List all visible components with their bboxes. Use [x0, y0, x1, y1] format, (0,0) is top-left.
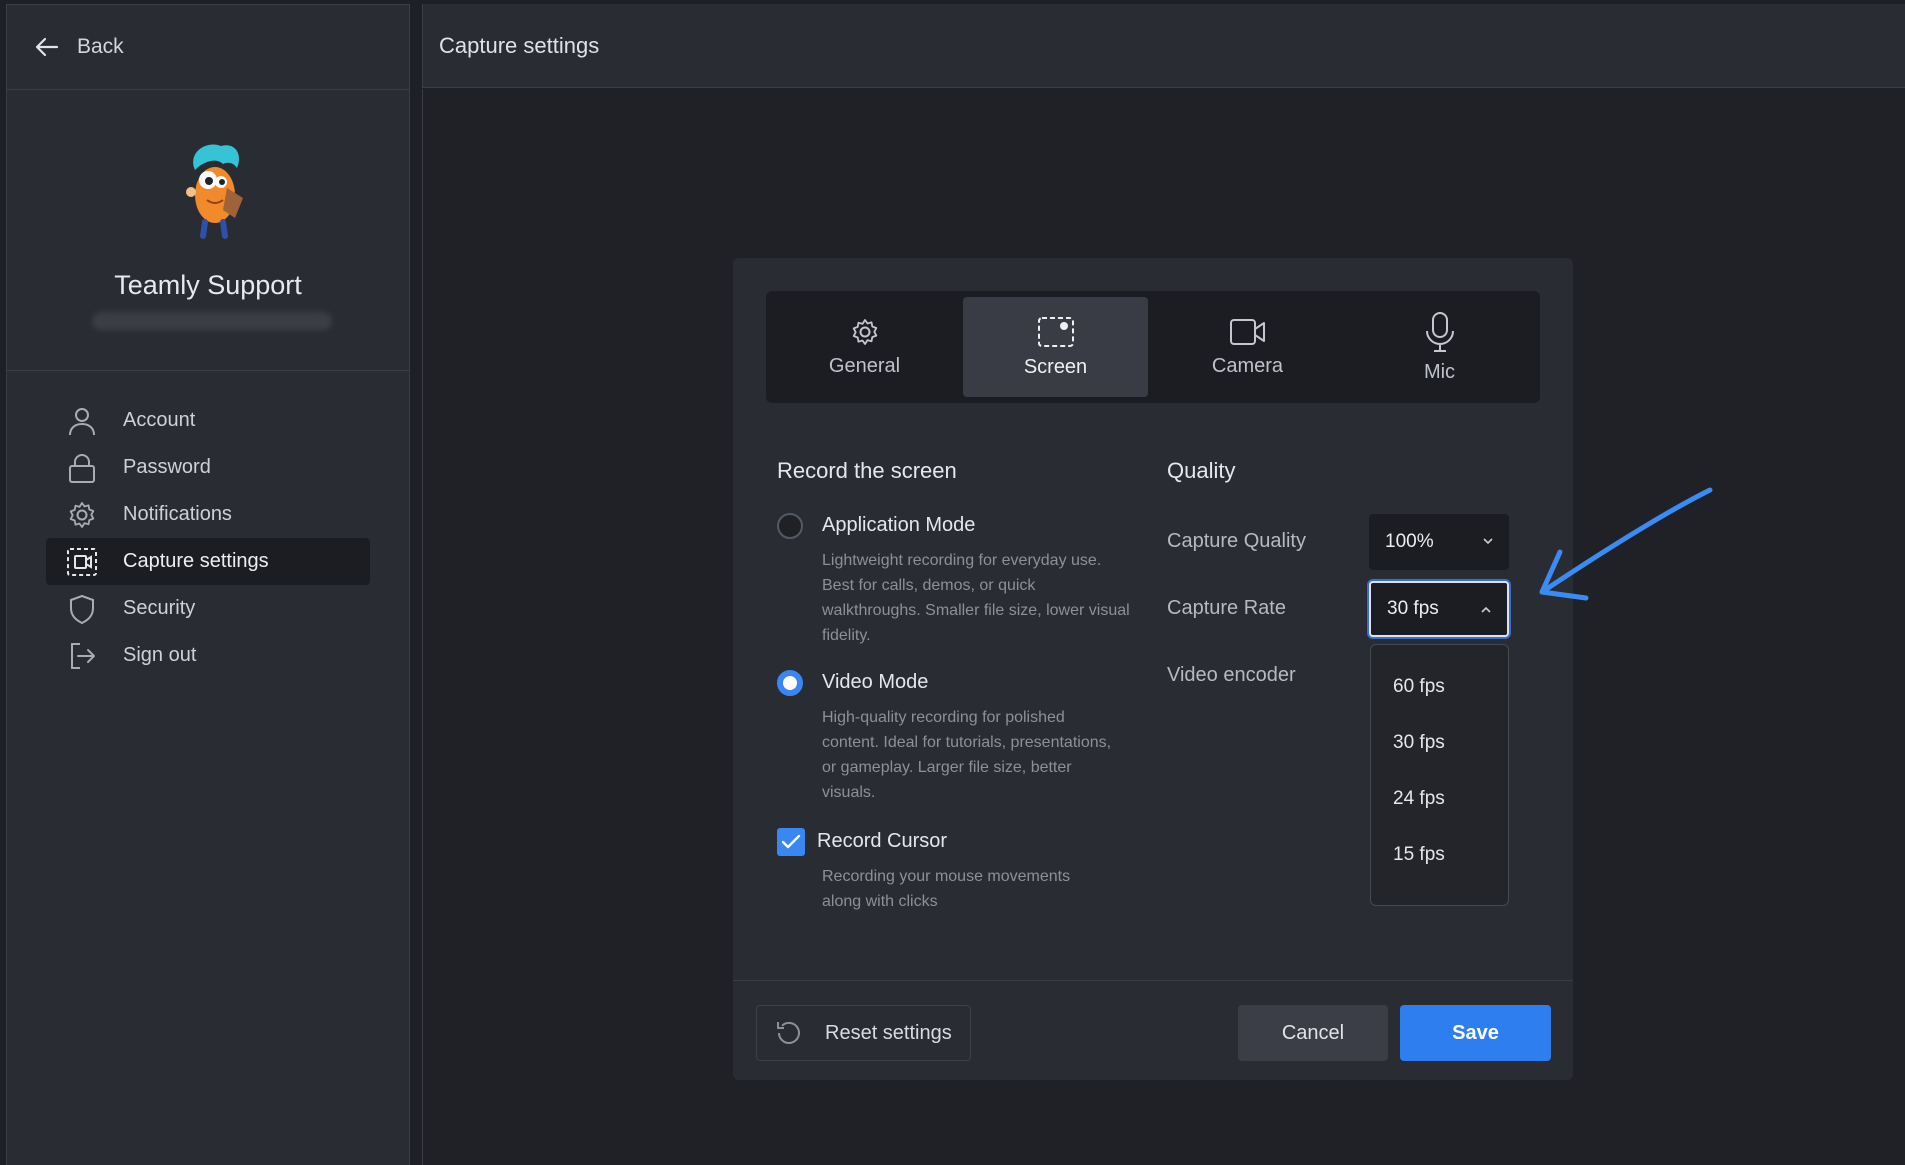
sidebar-item-security[interactable]: Security	[46, 585, 370, 632]
sidebar-item-account[interactable]: Account	[46, 397, 370, 444]
record-section-title: Record the screen	[777, 458, 957, 483]
record-cursor-title: Record Cursor	[817, 830, 948, 852]
tab-bar: General Screen Camera Mic	[766, 291, 1540, 403]
capture-quality-select[interactable]: 100%	[1369, 514, 1509, 570]
chevron-down-icon	[1483, 538, 1493, 545]
tab-label: General	[828, 354, 901, 377]
profile-email-redacted	[92, 312, 332, 330]
reset-settings-label: Reset settings	[825, 1021, 952, 1044]
reset-settings-button[interactable]: Reset settings	[756, 1005, 971, 1061]
sidebar-item-sign-out[interactable]: Sign out	[46, 632, 370, 679]
tab-screen[interactable]: Screen	[963, 297, 1148, 397]
menu-item-15fps[interactable]: 15 fps	[1371, 827, 1508, 883]
tab-label: Mic	[1423, 360, 1456, 383]
sidebar-item-label: Account	[123, 409, 196, 431]
save-button[interactable]: Save	[1400, 1005, 1551, 1061]
sidebar-item-label: Capture settings	[123, 550, 269, 572]
application-mode-radio[interactable]	[777, 513, 803, 539]
sidebar-item-label: Notifications	[123, 503, 232, 525]
lock-icon	[66, 452, 98, 484]
sidebar-item-label: Sign out	[123, 644, 197, 666]
menu-item-24fps[interactable]: 24 fps	[1371, 771, 1508, 827]
reset-icon	[777, 1021, 800, 1044]
application-mode-title: Application Mode	[822, 514, 976, 536]
cancel-button[interactable]: Cancel	[1238, 1005, 1388, 1061]
sidebar-item-password[interactable]: Password	[46, 444, 370, 491]
shield-icon	[66, 593, 98, 625]
annotation-arrow-icon	[1539, 487, 1713, 601]
back-button[interactable]: Back	[7, 5, 409, 90]
record-cursor-checkbox[interactable]	[777, 828, 805, 856]
gear-icon	[66, 499, 98, 531]
capture-quality-value: 100%	[1385, 531, 1434, 552]
camera-icon	[1229, 318, 1265, 345]
checkmark-icon	[781, 834, 801, 849]
capture-rate-value: 30 fps	[1387, 598, 1439, 619]
tab-label: Screen	[1023, 355, 1088, 378]
arrow-left-icon	[35, 37, 59, 57]
application-mode-desc: Lightweight recording for everyday use. …	[822, 552, 1130, 644]
video-mode-title: Video Mode	[822, 671, 929, 693]
microphone-icon	[1425, 311, 1454, 352]
chevron-up-icon	[1481, 606, 1491, 613]
page-title: Capture settings	[439, 32, 600, 58]
sidebar-item-capture-settings[interactable]: Capture settings	[46, 538, 370, 585]
capture-rate-menu: 60 fps 30 fps 24 fps 15 fps	[1370, 644, 1509, 906]
sign-out-icon	[66, 640, 98, 672]
capture-rate-select[interactable]: 30 fps	[1369, 581, 1509, 637]
tab-label: Camera	[1211, 354, 1284, 377]
user-icon	[66, 405, 98, 437]
capture-rate-label: Capture Rate	[1167, 597, 1286, 619]
capture-quality-label: Capture Quality	[1167, 530, 1306, 552]
screen-capture-icon	[1037, 316, 1074, 347]
sidebar-item-label: Security	[123, 597, 196, 619]
back-label: Back	[77, 35, 124, 58]
profile-card: Teamly Support	[7, 90, 409, 371]
tab-general[interactable]: General	[772, 297, 957, 397]
quality-section-title: Quality	[1167, 458, 1236, 483]
sidebar-item-label: Password	[123, 456, 211, 478]
video-mode-radio[interactable]	[777, 670, 803, 696]
gear-icon	[852, 318, 877, 345]
sidebar: Back Teamly Support Account Password Not…	[6, 4, 410, 1165]
dialog-footer-divider	[733, 980, 1573, 981]
settings-nav: Account Password Notifications Capture s…	[7, 371, 409, 679]
menu-item-60fps[interactable]: 60 fps	[1371, 659, 1508, 715]
sidebar-item-notifications[interactable]: Notifications	[46, 491, 370, 538]
profile-name: Teamly Support	[114, 270, 302, 300]
screen-capture-icon	[66, 546, 98, 578]
tab-mic[interactable]: Mic	[1347, 297, 1532, 397]
header-bar: Capture settings	[422, 4, 1905, 88]
menu-item-30fps[interactable]: 30 fps	[1371, 715, 1508, 771]
tab-camera[interactable]: Camera	[1155, 297, 1340, 397]
video-encoder-label: Video encoder	[1167, 664, 1296, 686]
avatar	[186, 144, 243, 239]
video-mode-desc: High-quality recording for polished cont…	[822, 709, 1112, 801]
record-cursor-desc: Recording your mouse movements along wit…	[822, 868, 1071, 910]
